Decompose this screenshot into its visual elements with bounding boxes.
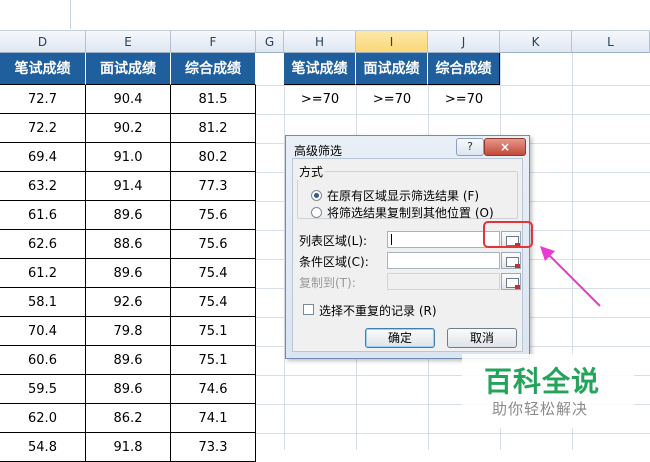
watermark-title: 百科全说	[484, 365, 601, 398]
watermark: 百科全说 助你轻松解决	[462, 354, 634, 428]
watermark-subtitle: 助你轻松解决	[492, 400, 589, 418]
